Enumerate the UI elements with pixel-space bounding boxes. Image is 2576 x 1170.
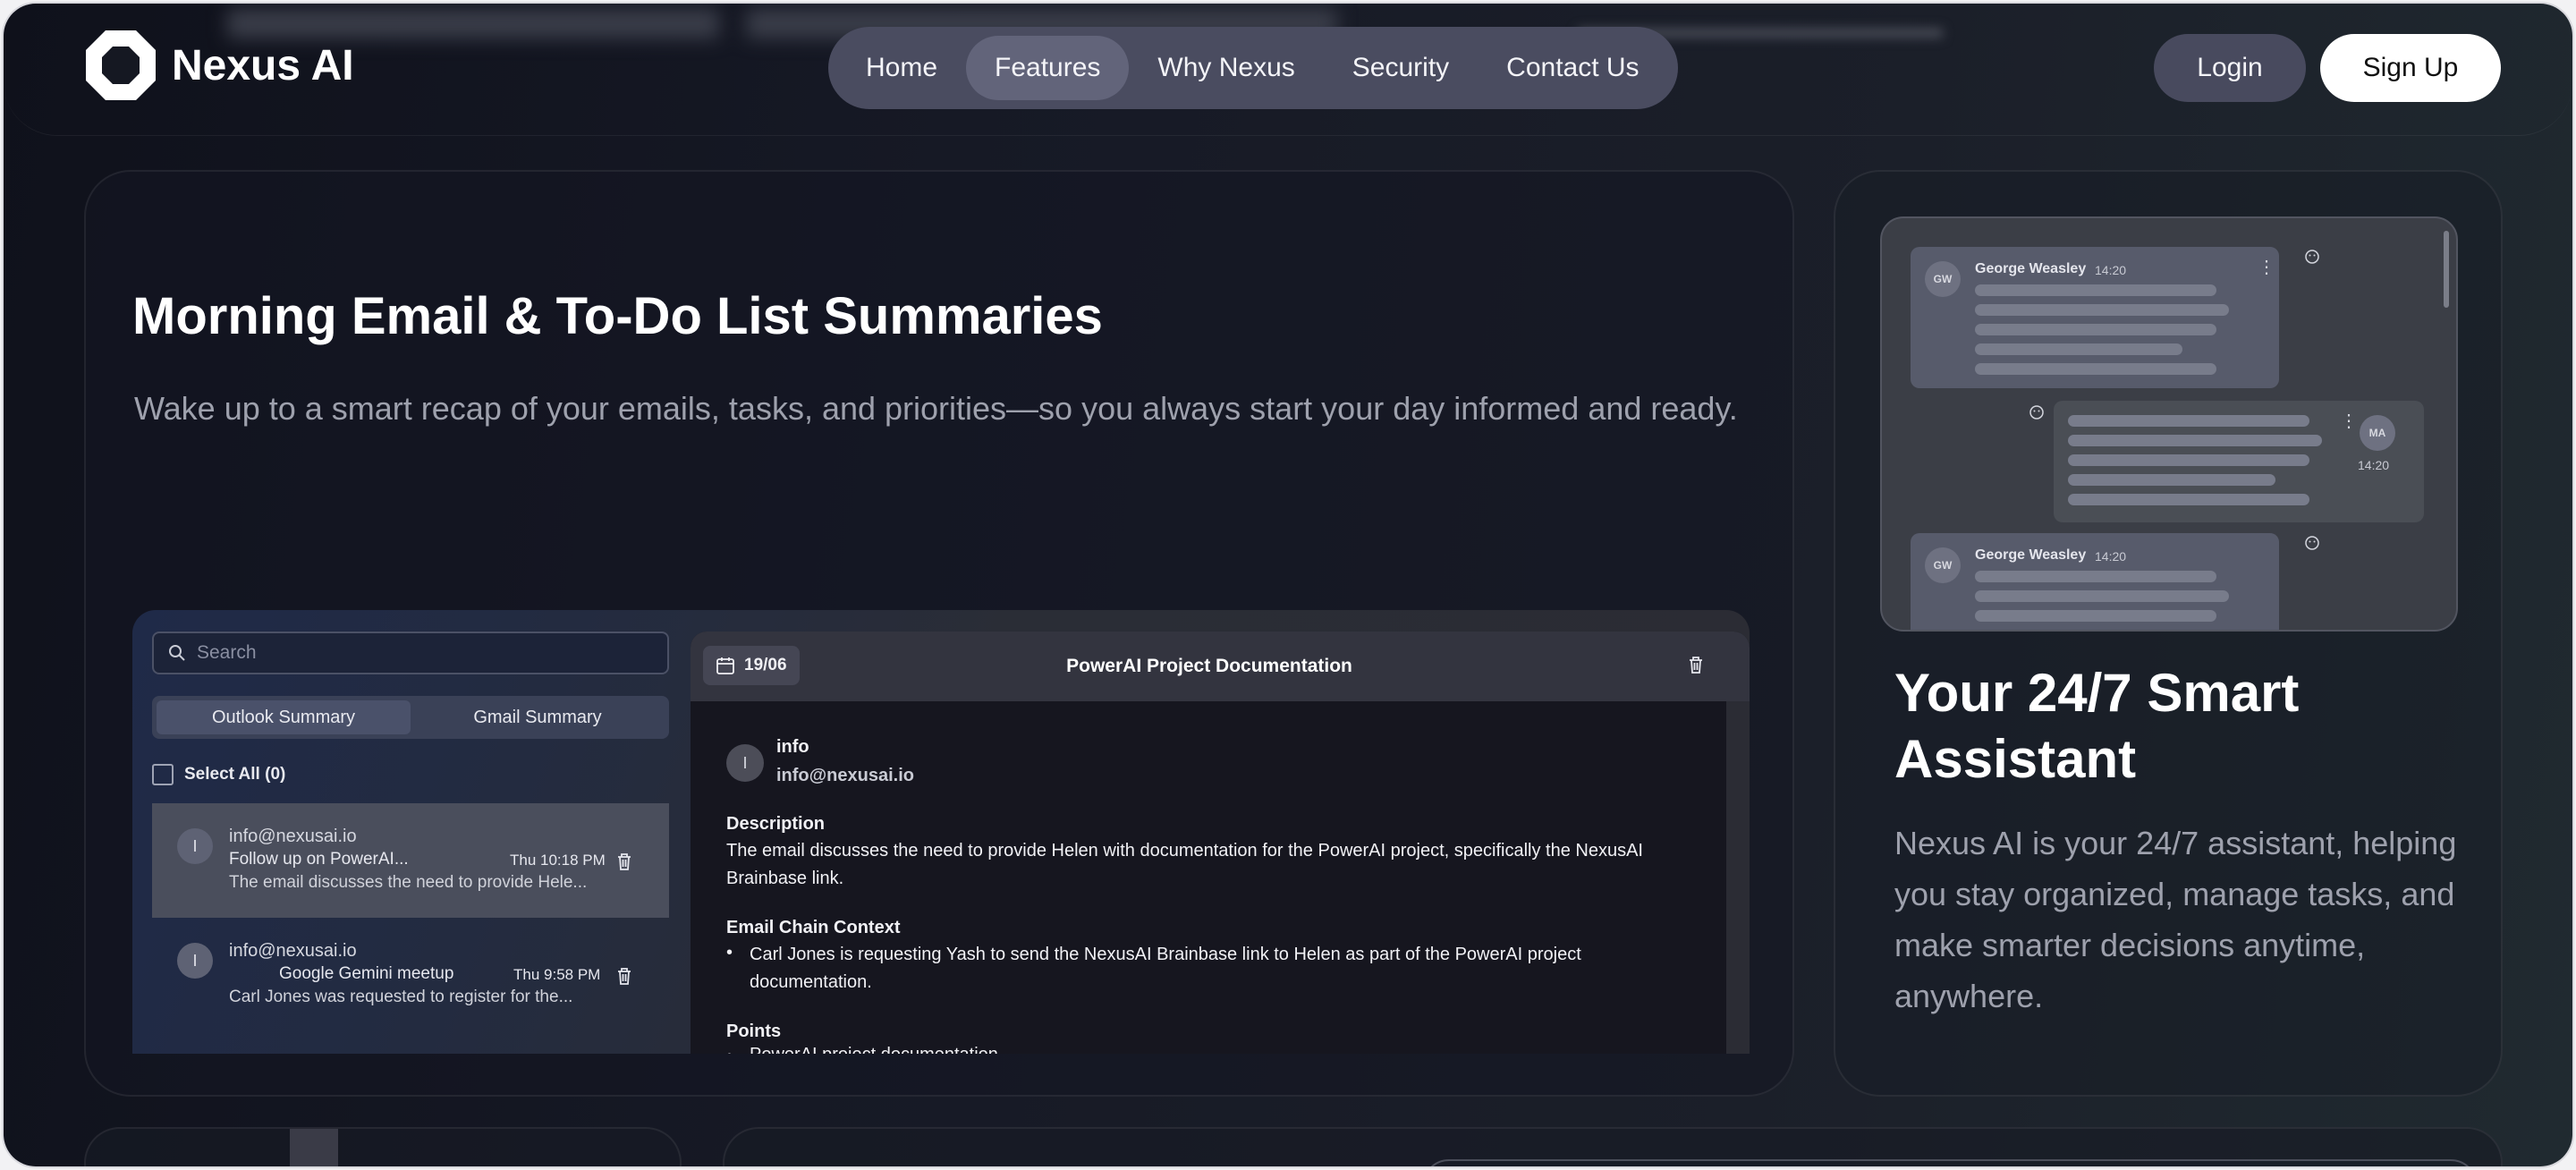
nav-item-why-nexus[interactable]: Why Nexus [1129,36,1323,100]
search-input[interactable]: Search [152,632,669,674]
detail-header: PowerAI Project Documentation 19/06 [691,632,1750,701]
avatar: I [177,943,213,979]
message-line [1975,284,2216,296]
list-item[interactable]: I info@nexusai.io Follow up on PowerAI..… [152,803,669,918]
message-author: George Weasley [1975,261,2087,276]
signup-button[interactable]: Sign Up [2320,34,2501,102]
message-line [2068,435,2322,446]
select-all-label: Select All (0) [184,765,286,784]
detail-date: 19/06 [744,656,787,674]
trash-icon[interactable] [615,852,633,871]
sender-name: info [776,737,809,757]
detail-scrollbar[interactable] [1726,701,1750,1054]
avatar: I [177,828,213,864]
chat-preview: GW George Weasley 14:20 ⋮ ⋮ MA 14:20 GW … [1880,216,2458,632]
points-bullet: PowerAI project documentation [750,1045,998,1054]
feature-card-partial-left [84,1127,682,1166]
date-chip[interactable]: 19/06 [703,646,800,685]
mail-time: Thu 10:18 PM [510,852,606,869]
chat-scrollbar[interactable] [2444,231,2449,308]
mail-from: info@nexusai.io [229,827,357,846]
message-line [1975,590,2229,602]
mail-subject: Follow up on PowerAI... [229,850,409,869]
mail-preview: The email discusses the need to provide … [229,873,588,892]
nav-item-security[interactable]: Security [1324,36,1478,100]
search-placeholder: Search [197,642,257,663]
site-header: Nexus AI Home Features Why Nexus Securit… [4,4,2572,136]
context-heading: Email Chain Context [726,918,901,937]
decorative-bar [290,1129,338,1166]
tab-outlook-summary[interactable]: Outlook Summary [157,700,411,734]
side-feature-title: Your 24/7 Smart Assistant [1894,663,2300,789]
email-app-preview: Search Outlook Summary Gmail Summary Sel… [132,610,1750,1054]
feature-card-partial-right [723,1127,2503,1166]
emoji-reaction-icon[interactable] [2304,535,2320,551]
summary-tabs: Outlook Summary Gmail Summary [152,696,669,739]
sender-email: info@nexusai.io [776,766,914,785]
avatar: MA [2360,415,2395,451]
message-line [2068,494,2309,505]
bullet-dot: • [726,1047,733,1054]
more-vertical-icon[interactable]: ⋮ [2340,412,2358,430]
detail-title: PowerAI Project Documentation [1066,656,1352,676]
tab-gmail-summary[interactable]: Gmail Summary [411,700,665,734]
message-time: 14:20 [2095,263,2127,277]
feature-subtitle: Wake up to a smart recap of your emails,… [134,390,1738,427]
avatar: GW [1925,547,1961,583]
trash-icon[interactable] [1687,655,1705,674]
feature-title: Morning Email & To-Do List Summaries [132,287,1103,345]
message-time: 14:20 [2095,549,2127,564]
nav-item-home[interactable]: Home [837,36,966,100]
mail-time: Thu 9:58 PM [513,966,601,983]
more-vertical-icon[interactable]: ⋮ [2258,259,2275,276]
nav-item-features[interactable]: Features [966,36,1130,100]
context-bullet: Carl Jones is requesting Yash to send th… [750,945,1581,992]
nexus-octagon-icon [84,29,157,102]
brand-logo[interactable]: Nexus AI [84,29,354,102]
message-line [1975,304,2229,316]
message-line [1975,571,2216,582]
trash-icon[interactable] [615,966,633,986]
decorative-panel [1422,1159,2478,1166]
message-line [1975,343,2182,355]
description-heading: Description [726,814,826,834]
calendar-icon [716,657,734,674]
emoji-reaction-icon[interactable] [2029,404,2045,420]
side-feature-subtitle: Nexus AI is your 24/7 assistant, helping… [1894,825,2457,1014]
search-icon [169,645,185,661]
avatar: GW [1925,261,1961,297]
feature-card-smart-assistant: GW George Weasley 14:20 ⋮ ⋮ MA 14:20 GW … [1834,170,2503,1097]
checkbox-icon [152,764,174,785]
message-line [2068,454,2309,466]
description-text: The email discusses the need to provide … [726,841,1643,888]
chat-message: ⋮ MA 14:20 [2054,401,2424,522]
emoji-reaction-icon[interactable] [2304,249,2320,265]
page-frame: ▬▬▬▬▬ ▬▬▬▬▬▬ ▬▬▬▬▬▬▬▬▬▬▬▬ Nexus AI Home … [4,4,2572,1166]
message-line [2068,474,2275,486]
chat-message: GW George Weasley 14:20 [1911,533,2279,630]
message-line [1975,324,2216,335]
message-time: 14:20 [2358,458,2390,472]
mail-preview: Carl Jones was requested to register for… [229,988,573,1006]
brand-name: Nexus AI [172,41,354,89]
select-all-checkbox[interactable]: Select All (0) [152,764,285,785]
login-button[interactable]: Login [2154,34,2306,102]
mail-from: info@nexusai.io [229,941,357,961]
message-line [2068,415,2309,427]
email-detail-pane: PowerAI Project Documentation 19/06 I in… [691,632,1750,1054]
nav-item-contact-us[interactable]: Contact Us [1478,36,1667,100]
mail-subject: Google Gemini meetup [279,964,454,983]
message-line [1975,363,2216,375]
points-heading: Points [726,1022,782,1041]
bullet-dot: • [726,943,733,962]
message-author: George Weasley [1975,547,2087,563]
chat-message: GW George Weasley 14:20 ⋮ [1911,247,2279,388]
feature-card-email-summaries: Morning Email & To-Do List Summaries Wak… [84,170,1794,1097]
avatar: I [726,744,764,782]
main-nav: Home Features Why Nexus Security Contact… [828,27,1678,109]
message-line [1975,610,2216,622]
list-item[interactable]: I info@nexusai.io Google Gemini meetup C… [152,918,669,1032]
